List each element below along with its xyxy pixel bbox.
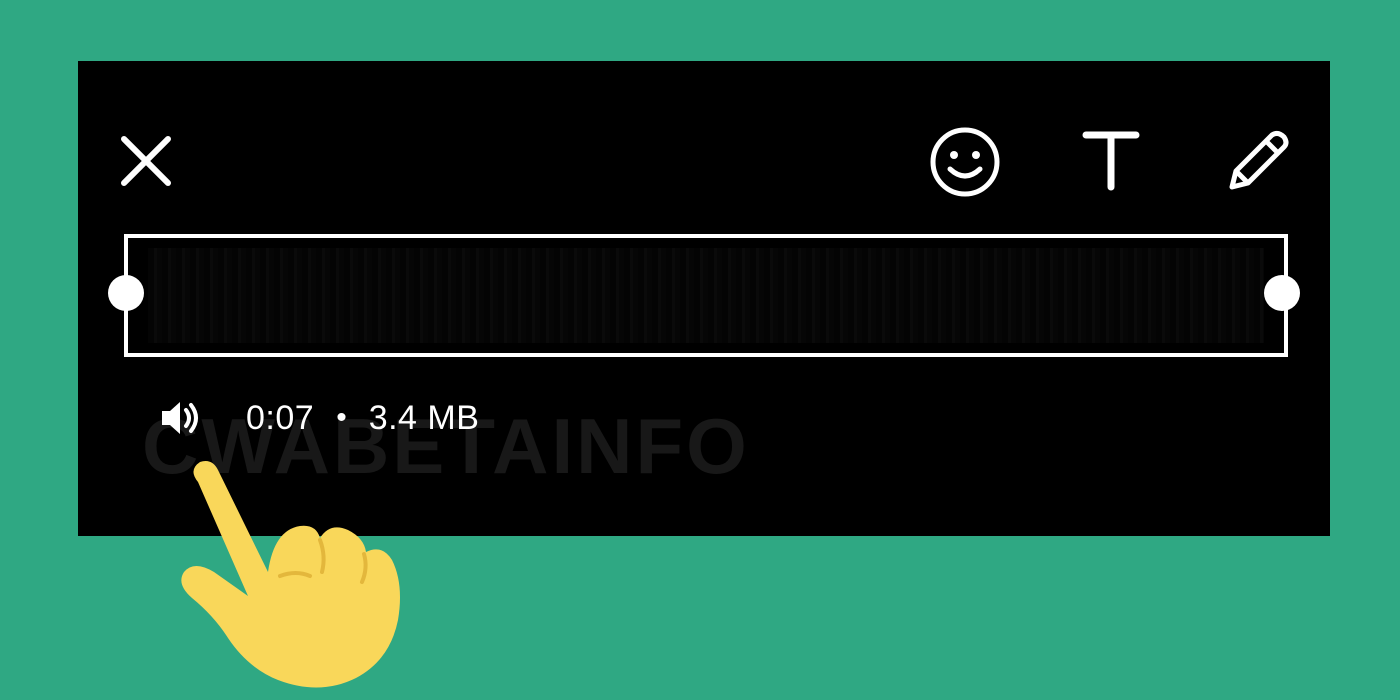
trim-end-handle[interactable] <box>1264 275 1300 311</box>
pointing-hand-icon <box>181 461 400 688</box>
video-trim-bar[interactable] <box>124 234 1288 357</box>
text-icon[interactable] <box>1082 129 1140 191</box>
video-duration: 0:07 <box>246 398 315 437</box>
editor-toolbar <box>78 61 1330 201</box>
media-info-row: 0:07 • 3.4 MB <box>158 393 479 443</box>
video-size: 3.4 MB <box>368 398 480 437</box>
pencil-icon[interactable] <box>1222 125 1294 197</box>
trim-start-handle[interactable] <box>108 275 144 311</box>
video-frame-strip <box>148 248 1264 343</box>
speaker-icon[interactable] <box>158 396 202 440</box>
close-icon[interactable] <box>118 133 174 189</box>
emoji-icon[interactable] <box>928 125 1002 199</box>
separator-dot: • <box>336 401 347 434</box>
